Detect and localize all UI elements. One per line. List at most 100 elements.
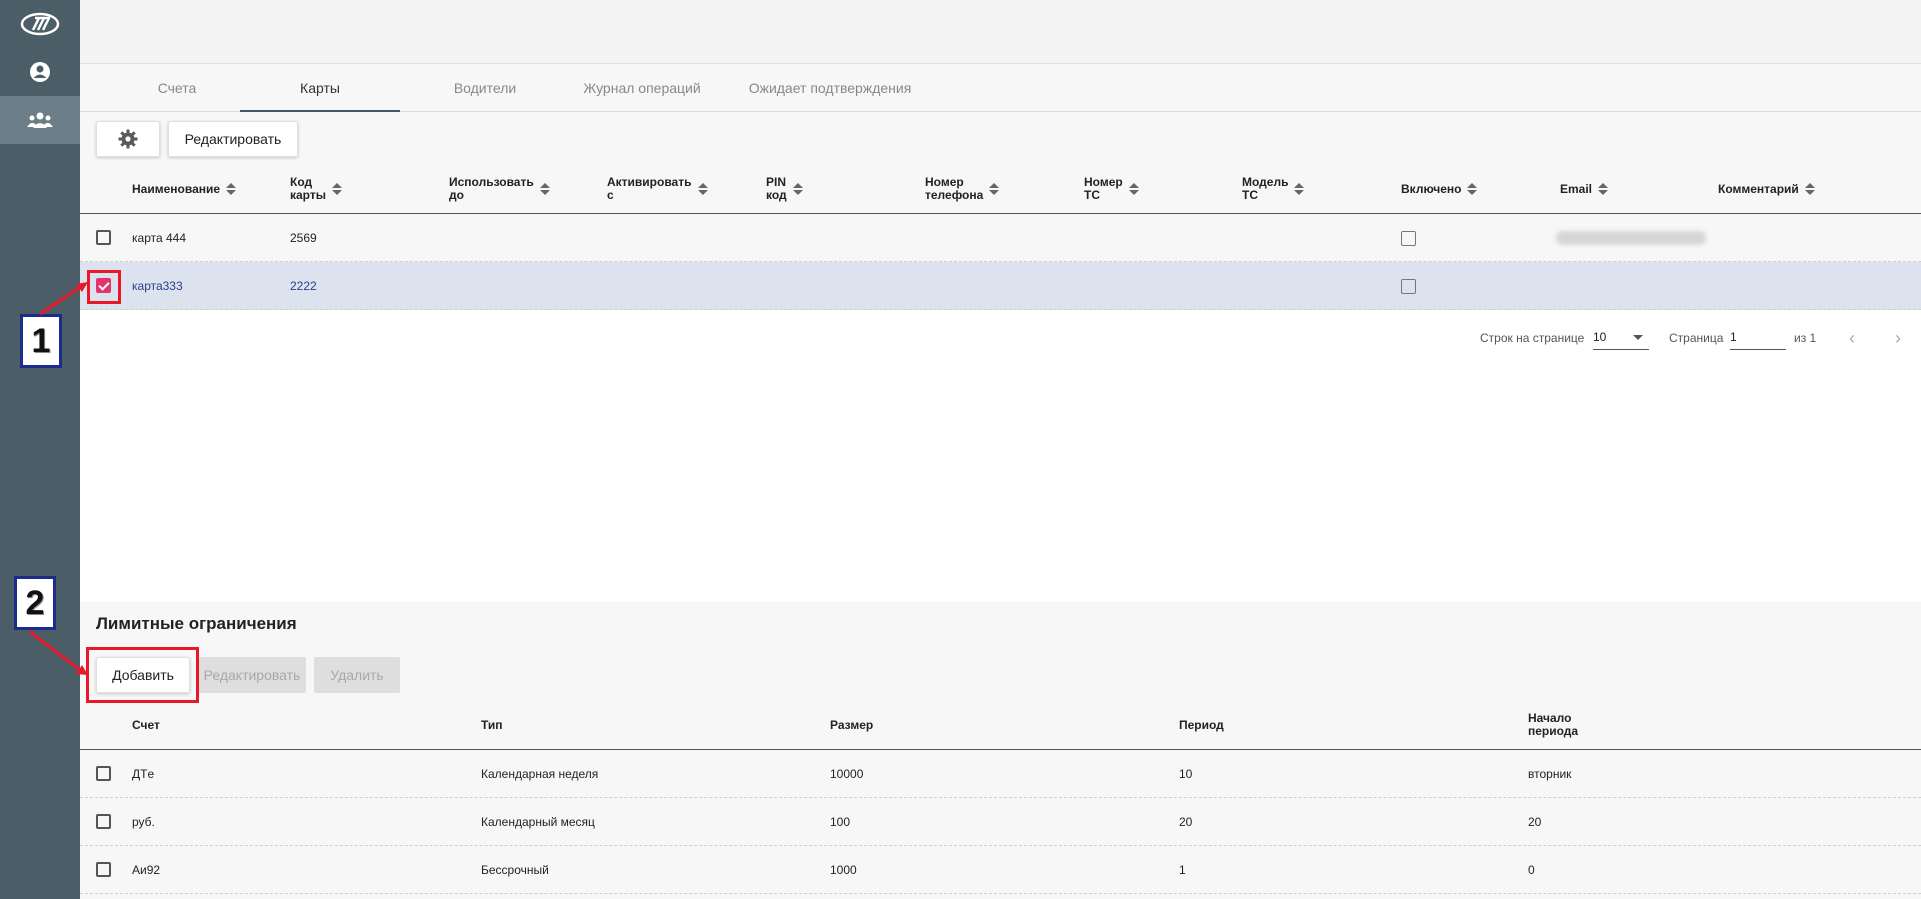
card-code: 2569 [290, 231, 317, 245]
sort-icon [792, 182, 803, 196]
col-label-line: периода [1528, 724, 1579, 738]
tabs: Счета Карты Водители Журнал операций Ожи… [80, 64, 1921, 112]
prev-page-icon[interactable]: ‹ [1840, 310, 1864, 366]
table-row[interactable]: карта 444 2569 [80, 214, 1921, 262]
col-label-line: до [449, 188, 464, 202]
top-bar [80, 0, 1921, 64]
main-content: Счета Карты Водители Журнал операций Ожи… [80, 0, 1921, 899]
col-name[interactable]: Наименование [132, 164, 237, 214]
annotation-step-1: 1 [20, 314, 62, 368]
col-type[interactable]: Тип [481, 700, 503, 750]
settings-button[interactable] [96, 121, 160, 157]
page-input[interactable]: 1 [1730, 324, 1786, 350]
col-email[interactable]: Email [1560, 164, 1609, 214]
limit-account: руб. [132, 815, 155, 829]
col-label-line: карты [290, 188, 326, 202]
col-label-line: код [766, 188, 787, 202]
rows-per-page-select[interactable]: 10 [1593, 324, 1649, 350]
tab-operations-log[interactable]: Журнал операций [562, 64, 722, 112]
limits-table-header: Счет Тип Размер Период Начало периода [80, 700, 1921, 750]
table-row[interactable]: Аи92 Бессрочный 1000 1 0 [80, 846, 1921, 894]
col-label-line: Код [290, 175, 313, 189]
col-activate-from[interactable]: Активировать с [607, 164, 708, 214]
limit-account: Аи92 [132, 863, 161, 877]
annotation-highlight-checkbox [87, 270, 121, 304]
col-label-line: PIN [766, 175, 787, 189]
sort-icon [1294, 182, 1305, 196]
col-comment-label: Комментарий [1718, 181, 1799, 196]
sort-icon [1128, 182, 1139, 196]
rows-per-page-label: Строк на странице [1480, 331, 1585, 345]
col-label-line: Активировать [607, 175, 692, 189]
col-label-line: ТС [1084, 188, 1100, 202]
limit-period: 10 [1179, 767, 1193, 781]
row-checkbox[interactable] [96, 230, 111, 245]
sort-icon [989, 182, 1000, 196]
col-phone-label: Номер телефона [925, 176, 983, 202]
col-enabled[interactable]: Включено [1401, 164, 1478, 214]
col-card-code[interactable]: Код карты [290, 164, 342, 214]
col-vehicle-model[interactable]: Модель ТС [1242, 164, 1305, 214]
col-size[interactable]: Размер [830, 700, 873, 750]
col-label-line: телефона [925, 188, 984, 202]
row-checkbox[interactable] [96, 862, 111, 877]
annotation-arrow-2 [29, 630, 88, 675]
logo-icon [20, 12, 60, 36]
tab-cards[interactable]: Карты [240, 64, 400, 112]
tab-drivers[interactable]: Водители [410, 64, 560, 112]
limit-size: 100 [830, 815, 851, 829]
sidebar-item-clients[interactable] [0, 96, 80, 144]
enabled-checkbox[interactable] [1401, 231, 1416, 246]
rows-per-page-value: 10 [1593, 330, 1607, 344]
col-vehicle-number-label: Номер ТС [1084, 176, 1123, 202]
next-page-icon[interactable]: › [1886, 310, 1910, 366]
col-period-start[interactable]: Начало периода [1528, 700, 1578, 750]
logo[interactable] [0, 0, 80, 48]
col-phone[interactable]: Номер телефона [925, 164, 1000, 214]
limit-period-start: вторник [1528, 767, 1572, 781]
limit-size: 10000 [830, 767, 864, 781]
col-use-until[interactable]: Использовать до [449, 164, 550, 214]
delete-limit-button[interactable]: Удалить [314, 657, 400, 693]
page-of-label: из 1 [1794, 331, 1817, 345]
col-vehicle-number[interactable]: Номер ТС [1084, 164, 1139, 214]
table-row[interactable]: руб. Календарный месяц 100 20 20 [80, 798, 1921, 846]
tab-accounts[interactable]: Счета [112, 64, 242, 112]
col-label-line: Модель [1242, 175, 1289, 189]
col-card-code-label: Код карты [290, 176, 326, 202]
sidebar [0, 0, 80, 899]
annotation-step-2: 2 [14, 576, 56, 630]
limit-account: ДТe [132, 767, 155, 781]
limit-period: 20 [1179, 815, 1193, 829]
users-group-icon [27, 112, 53, 128]
sidebar-item-profile[interactable] [0, 48, 80, 96]
dropdown-arrow-icon [1633, 335, 1643, 340]
sort-icon [1467, 182, 1478, 196]
col-comment[interactable]: Комментарий [1718, 164, 1815, 214]
col-period[interactable]: Период [1179, 700, 1224, 750]
row-checkbox[interactable] [96, 766, 111, 781]
limit-size: 1000 [830, 863, 857, 877]
col-account[interactable]: Счет [132, 700, 160, 750]
col-pin[interactable]: PIN код [766, 164, 803, 214]
limit-period: 1 [1179, 863, 1186, 877]
sort-icon [1804, 182, 1815, 196]
col-activate-from-label: Активировать с [607, 176, 692, 202]
sort-icon [539, 182, 550, 196]
table-row[interactable]: карта333 2222 [80, 262, 1921, 310]
tab-pending-confirmation[interactable]: Ожидает подтверждения [730, 64, 930, 112]
limits-title: Лимитные ограничения [96, 614, 297, 633]
limit-type: Календарный месяц [481, 815, 595, 829]
edit-limit-button[interactable]: Редактировать [198, 657, 306, 693]
edit-card-button[interactable]: Редактировать [168, 121, 298, 157]
pagination: Строк на странице 10 Страница 1 из 1 ‹ › [80, 310, 1921, 366]
col-pin-label: PIN код [766, 176, 787, 202]
table-row[interactable]: ДТe Календарная неделя 10000 10 вторник [80, 750, 1921, 798]
row-checkbox[interactable] [96, 814, 111, 829]
card-name: карта 444 [132, 231, 186, 245]
col-label-line: Номер [925, 175, 964, 189]
enabled-checkbox[interactable] [1401, 279, 1416, 294]
sort-icon [697, 182, 708, 196]
sort-icon [1598, 182, 1609, 196]
col-enabled-label: Включено [1401, 181, 1462, 196]
